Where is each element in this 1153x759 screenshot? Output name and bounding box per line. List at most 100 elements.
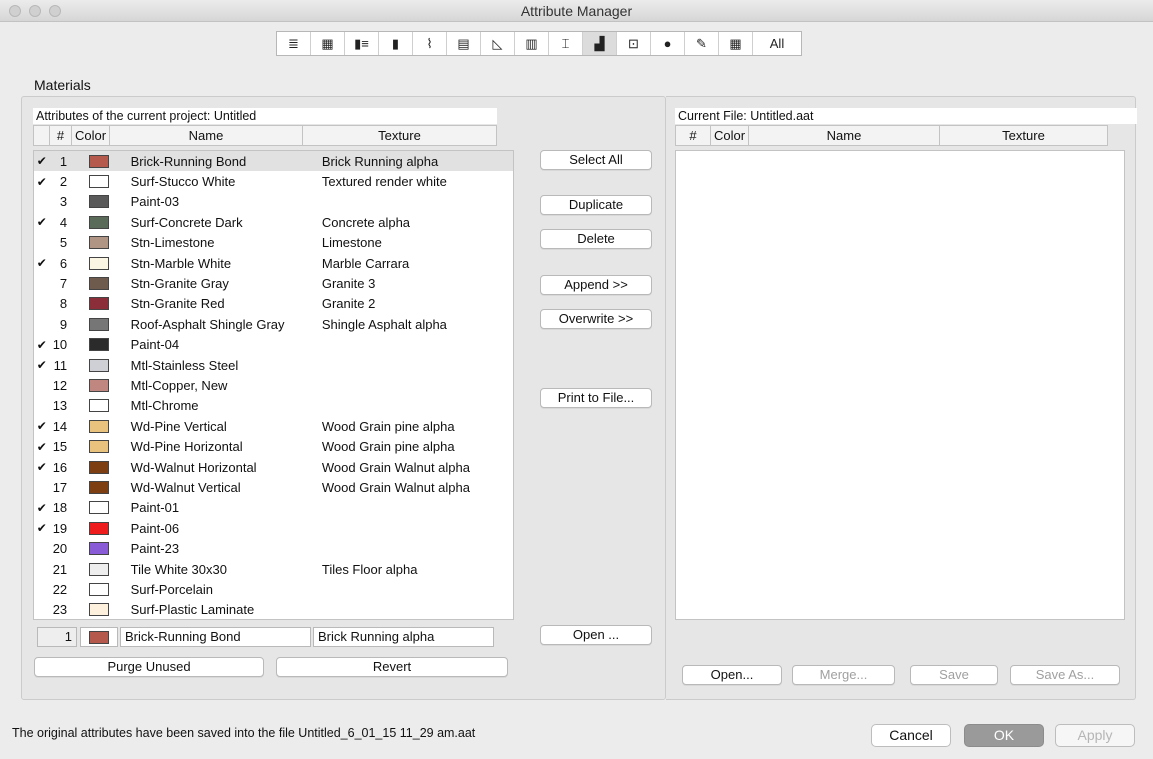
row-checkmark[interactable]: ✔ — [34, 338, 50, 352]
row-color-cell[interactable] — [69, 338, 129, 352]
save-button[interactable]: Save — [910, 665, 998, 685]
composites-tab[interactable]: ◺ — [481, 32, 515, 55]
col-name[interactable]: Name — [110, 126, 303, 145]
material-row[interactable]: ✔ 19 Paint-06 — [34, 518, 513, 538]
select-all-button[interactable]: Select All — [540, 150, 652, 170]
row-checkmark[interactable]: ✔ — [34, 501, 50, 515]
row-checkmark[interactable]: ✔ — [34, 154, 50, 168]
pens-tab[interactable]: ▮≡ — [345, 32, 379, 55]
row-checkmark[interactable]: ✔ — [34, 521, 50, 535]
duplicate-button[interactable]: Duplicate — [540, 195, 652, 215]
material-row[interactable]: ✔ 14 Wd-Pine Vertical Wood Grain pine alpha — [34, 416, 513, 436]
col-color[interactable]: Color — [72, 126, 110, 145]
row-color-cell[interactable] — [69, 440, 129, 454]
row-color-cell[interactable] — [69, 215, 129, 229]
layers-tab[interactable]: ≣ — [277, 32, 311, 55]
row-color-cell[interactable] — [69, 501, 129, 515]
material-row[interactable]: ✔ 4 Surf-Concrete Dark Concrete alpha — [34, 212, 513, 232]
material-row[interactable]: 21 Tile White 30x30 Tiles Floor alpha — [34, 559, 513, 579]
row-color-cell[interactable] — [69, 419, 129, 433]
right-col-color[interactable]: Color — [711, 126, 749, 145]
right-col-name[interactable]: Name — [749, 126, 940, 145]
palette-tab[interactable]: ▦ — [719, 32, 753, 55]
material-row[interactable]: ✔ 11 Mtl-Stainless Steel — [34, 355, 513, 375]
row-checkmark[interactable]: ✔ — [34, 256, 50, 270]
row-color-cell[interactable] — [69, 378, 129, 392]
revert-button[interactable]: Revert — [276, 657, 508, 677]
material-row[interactable]: 22 Surf-Porcelain — [34, 579, 513, 599]
material-row[interactable]: 5 Stn-Limestone Limestone — [34, 233, 513, 253]
profiles-tab[interactable]: ▥ — [515, 32, 549, 55]
delete-button[interactable]: Delete — [540, 229, 652, 249]
material-row[interactable]: 23 Surf-Plastic Laminate — [34, 600, 513, 619]
row-checkmark[interactable]: ✔ — [34, 460, 50, 474]
row-checkmark[interactable]: ✔ — [34, 215, 50, 229]
apply-button[interactable]: Apply — [1055, 724, 1135, 747]
row-checkmark[interactable]: ✔ — [34, 175, 50, 189]
material-row[interactable]: 20 Paint-23 — [34, 538, 513, 558]
row-color-cell[interactable] — [69, 582, 129, 596]
editor-name-field[interactable]: Brick-Running Bond — [120, 627, 311, 647]
row-color-cell[interactable] — [69, 175, 129, 189]
purge-unused-button[interactable]: Purge Unused — [34, 657, 264, 677]
material-row[interactable]: ✔ 18 Paint-01 — [34, 498, 513, 518]
open-project-file-button[interactable]: Open ... — [540, 625, 652, 645]
markup-tab[interactable]: ✎ — [685, 32, 719, 55]
cancel-button[interactable]: Cancel — [871, 724, 951, 747]
col-check[interactable] — [34, 126, 50, 145]
row-color-cell[interactable] — [69, 460, 129, 474]
print-to-file-button[interactable]: Print to File... — [540, 388, 652, 408]
row-color-cell[interactable] — [69, 603, 129, 617]
mep-tab[interactable]: ⊡ — [617, 32, 651, 55]
row-color-cell[interactable] — [69, 297, 129, 311]
pen-sets-tab[interactable]: ▮ — [379, 32, 413, 55]
row-color-cell[interactable] — [69, 480, 129, 494]
material-row[interactable]: 17 Wd-Walnut Vertical Wood Grain Walnut al… — [34, 477, 513, 497]
right-col-num[interactable]: # — [676, 126, 711, 145]
row-checkmark[interactable]: ✔ — [34, 358, 50, 372]
all-tab[interactable]: All — [753, 32, 801, 55]
row-checkmark[interactable]: ✔ — [34, 419, 50, 433]
save-as-button[interactable]: Save As... — [1010, 665, 1120, 685]
row-color-cell[interactable] — [69, 236, 129, 250]
fill-types-tab[interactable]: ▤ — [447, 32, 481, 55]
cities-tab[interactable]: ● — [651, 32, 685, 55]
zones-tab[interactable]: ⌶ — [549, 32, 583, 55]
row-color-cell[interactable] — [69, 195, 129, 209]
file-attributes-list[interactable] — [675, 150, 1125, 620]
material-row[interactable]: 9 Roof-Asphalt Shingle Gray Shingle Asphal… — [34, 314, 513, 334]
col-num[interactable]: # — [50, 126, 72, 145]
material-row[interactable]: ✔ 15 Wd-Pine Horizontal Wood Grain pine alp… — [34, 436, 513, 456]
row-color-cell[interactable] — [69, 542, 129, 556]
row-color-cell[interactable] — [69, 521, 129, 535]
material-row[interactable]: ✔ 6 Stn-Marble White Marble Carrara — [34, 253, 513, 273]
row-color-cell[interactable] — [69, 256, 129, 270]
editor-texture-field[interactable]: Brick Running alpha — [313, 627, 494, 647]
material-row[interactable]: ✔ 2 Surf-Stucco White Textured render white — [34, 171, 513, 191]
material-row[interactable]: 7 Stn-Granite Gray Granite 3 — [34, 273, 513, 293]
row-color-cell[interactable] — [69, 277, 129, 291]
overwrite-button[interactable]: Overwrite >> — [540, 309, 652, 329]
material-row[interactable]: 12 Mtl-Copper, New — [34, 375, 513, 395]
col-texture[interactable]: Texture — [303, 126, 496, 145]
row-checkmark[interactable]: ✔ — [34, 440, 50, 454]
ok-button[interactable]: OK — [964, 724, 1044, 747]
row-color-cell[interactable] — [69, 154, 129, 168]
material-row[interactable]: ✔ 16 Wd-Walnut Horizontal Wood Grain Walnut… — [34, 457, 513, 477]
material-row[interactable]: ✔ 1 Brick-Running Bond Brick Running alpha — [34, 151, 513, 172]
material-row[interactable]: 13 Mtl-Chrome — [34, 396, 513, 416]
append-button[interactable]: Append >> — [540, 275, 652, 295]
line-types-tab[interactable]: ⌇ — [413, 32, 447, 55]
open-file-button[interactable]: Open... — [682, 665, 782, 685]
row-color-cell[interactable] — [69, 358, 129, 372]
materials-tab[interactable]: ▟ — [583, 32, 617, 55]
editor-color-swatch[interactable] — [80, 627, 118, 647]
material-row[interactable]: 8 Stn-Granite Red Granite 2 — [34, 294, 513, 314]
project-attributes-list[interactable]: ✔ 1 Brick-Running Bond Brick Running alpha ✔… — [33, 150, 514, 620]
row-color-cell[interactable] — [69, 317, 129, 331]
row-color-cell[interactable] — [69, 562, 129, 576]
layer-combos-tab[interactable]: ▦ — [311, 32, 345, 55]
row-color-cell[interactable] — [69, 399, 129, 413]
material-row[interactable]: ✔ 10 Paint-04 — [34, 335, 513, 355]
merge-button[interactable]: Merge... — [792, 665, 895, 685]
